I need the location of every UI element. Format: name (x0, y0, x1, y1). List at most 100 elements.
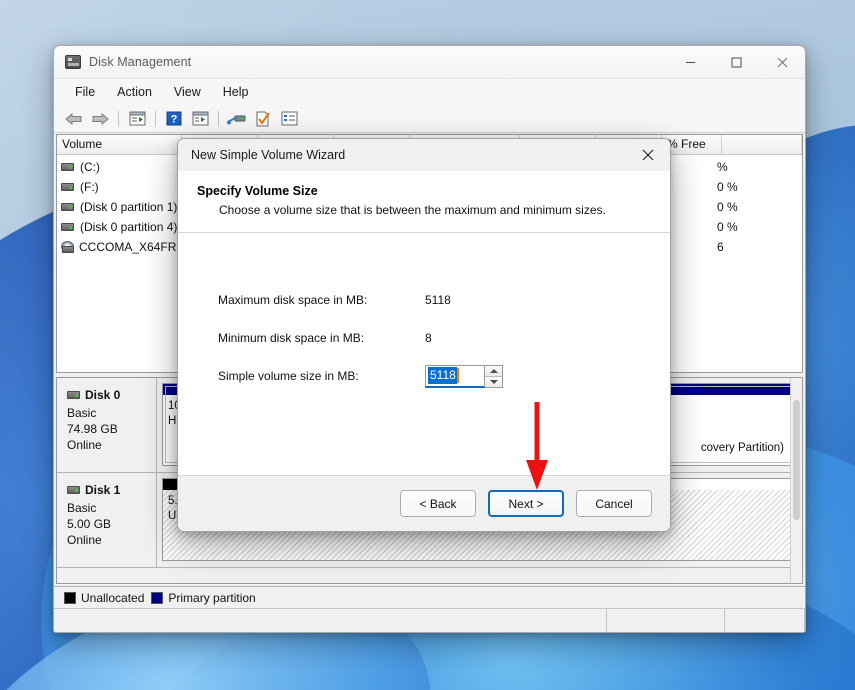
disk-type: Basic (67, 501, 97, 515)
partition-legend: Unallocated Primary partition (54, 586, 805, 608)
legend-swatch-primary (151, 591, 164, 604)
show-hide-console-tree-icon[interactable] (125, 108, 149, 130)
column-header-pct-free[interactable]: % Free (662, 135, 722, 154)
table-row[interactable]: (Disk 0 partition 4) (57, 217, 182, 237)
disk-volume-icon (61, 163, 74, 171)
close-icon[interactable] (759, 46, 805, 79)
toolbar-separator (155, 110, 156, 127)
disk-name: Disk 0 (85, 388, 121, 402)
back-icon[interactable] (62, 108, 86, 130)
text-caret (456, 368, 459, 383)
stepper-up-icon[interactable] (485, 365, 502, 377)
status-bar (54, 608, 805, 632)
table-row[interactable]: (F:) (57, 177, 182, 197)
next-button[interactable]: Next > (488, 490, 564, 517)
status-cell-secondary (607, 609, 725, 632)
dialog-heading: Specify Volume Size (197, 184, 318, 198)
disk-title: Disk 1 (67, 482, 156, 498)
pct-free-value: 0 % (717, 180, 738, 194)
svg-text:?: ? (171, 114, 178, 126)
min-disk-space-row: Minimum disk space in MB: 8 (178, 319, 670, 357)
close-icon[interactable] (626, 139, 670, 171)
simple-volume-size-row: Simple volume size in MB: 5118 (178, 357, 670, 395)
disk-info-disk-1: Disk 1 Basic 5.00 GB Online (57, 473, 157, 567)
forward-icon[interactable] (88, 108, 112, 130)
maximize-icon[interactable] (713, 46, 759, 79)
simple-volume-size-stepper[interactable]: 5118 (425, 364, 503, 388)
dialog-body: Maximum disk space in MB: 5118 Minimum d… (178, 233, 670, 475)
menu-view[interactable]: View (163, 82, 212, 102)
column-header-filler (722, 135, 802, 154)
disk-title: Disk 0 (67, 387, 156, 403)
help-icon[interactable]: ? (162, 108, 186, 130)
disk-status: Online (67, 533, 102, 547)
simple-volume-size-input[interactable]: 5118 (425, 364, 485, 388)
pct-free-value: % (717, 160, 728, 174)
disk-status: Online (67, 438, 102, 452)
disk-volume-icon (61, 203, 74, 211)
volume-name: (Disk 0 partition 4) (80, 220, 178, 234)
legend-primary-partition: Primary partition (151, 590, 256, 605)
toolbar-separator (118, 110, 119, 127)
list-view-icon[interactable] (277, 108, 301, 130)
cancel-button[interactable]: Cancel (576, 490, 652, 517)
back-button[interactable]: < Back (400, 490, 476, 517)
disk-capacity: 5.00 GB (67, 517, 112, 531)
disk-icon (67, 486, 80, 494)
rescan-disks-icon[interactable] (225, 108, 249, 130)
min-disk-space-value: 8 (425, 331, 432, 345)
disk-pane-scrollbar[interactable] (790, 378, 802, 583)
show-hide-action-pane-icon[interactable] (188, 108, 212, 130)
volume-name-column: (C:) (F:) (Disk 0 partition 1) (Disk 0 p… (57, 155, 191, 372)
pct-free-column: % 0 % 0 % 0 % 6 (717, 157, 738, 257)
disk-volume-icon (61, 223, 74, 231)
legend-unallocated: Unallocated (64, 591, 144, 605)
disk-type: Basic (67, 406, 97, 420)
new-simple-volume-wizard-dialog: New Simple Volume Wizard Specify Volume … (177, 138, 671, 532)
volume-name: (F:) (80, 180, 99, 194)
dialog-subtitle: Choose a volume size that is between the… (219, 203, 606, 217)
pct-free-value: 0 % (717, 200, 738, 214)
stepper-down-icon[interactable] (485, 376, 502, 387)
toolbar-separator (218, 110, 219, 127)
disk-name: Disk 1 (85, 483, 121, 497)
properties-icon[interactable] (251, 108, 275, 130)
scrollbar-thumb[interactable] (793, 400, 800, 520)
table-row[interactable]: (Disk 0 partition 1) (57, 197, 182, 217)
window-title: Disk Management (89, 55, 192, 69)
menu-file[interactable]: File (64, 82, 106, 102)
volume-name: CCCOMA_X64FRE.. (79, 240, 192, 254)
max-disk-space-value: 5118 (425, 293, 451, 307)
legend-label: Primary partition (168, 590, 256, 605)
pct-free-value: 6 (717, 240, 724, 254)
legend-label: Unallocated (81, 590, 145, 605)
volume-name: (C:) (80, 160, 100, 174)
window-controls (667, 46, 805, 79)
menu-bar: File Action View Help (54, 79, 805, 105)
dialog-title: New Simple Volume Wizard (191, 148, 346, 162)
disk-volume-icon (61, 183, 74, 191)
column-header-volume[interactable]: Volume (57, 135, 182, 154)
status-cell-tertiary (725, 609, 805, 632)
disk-capacity: 74.98 GB (67, 422, 118, 436)
input-selected-text: 5118 (428, 367, 457, 384)
title-bar[interactable]: Disk Management (54, 46, 805, 79)
dialog-footer: < Back Next > Cancel (178, 475, 670, 531)
table-row[interactable]: CCCOMA_X64FRE.. (57, 237, 191, 257)
menu-help[interactable]: Help (212, 82, 260, 102)
dialog-header: Specify Volume Size Choose a volume size… (178, 171, 670, 233)
min-disk-space-label: Minimum disk space in MB: (218, 331, 365, 345)
status-cell-main (54, 609, 607, 632)
toolbar: ? (54, 105, 805, 133)
pct-free-value: 0 % (717, 220, 738, 234)
max-disk-space-row: Maximum disk space in MB: 5118 (178, 281, 670, 319)
table-row[interactable]: (C:) (57, 157, 182, 177)
volume-name: (Disk 0 partition 1) (80, 200, 178, 214)
menu-action[interactable]: Action (106, 82, 163, 102)
cd-rom-icon (61, 241, 74, 253)
simple-volume-size-label: Simple volume size in MB: (218, 369, 359, 383)
max-disk-space-label: Maximum disk space in MB: (218, 293, 368, 307)
disk-info-disk-0: Disk 0 Basic 74.98 GB Online (57, 378, 157, 472)
dialog-title-bar[interactable]: New Simple Volume Wizard (178, 139, 670, 171)
minimize-icon[interactable] (667, 46, 713, 79)
